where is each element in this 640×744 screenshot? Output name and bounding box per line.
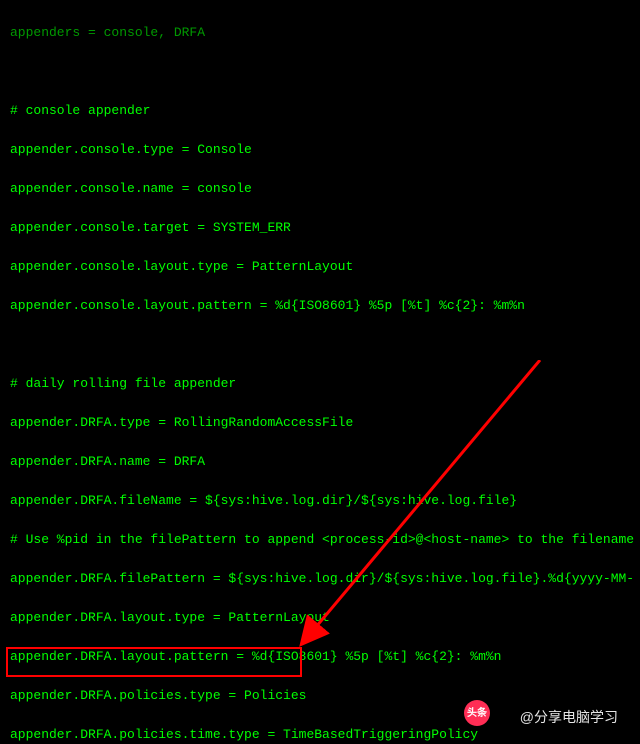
config-line: appender.console.target = SYSTEM_ERR [10, 221, 640, 234]
watermark-text: @分享电脑学习 [520, 711, 618, 724]
config-line: appender.DRFA.policies.time.type = TimeB… [10, 728, 640, 741]
blank-line [10, 338, 640, 351]
blank-line [10, 65, 640, 78]
config-line: appenders = console, DRFA [10, 26, 640, 39]
watermark-badge-text: 头条 [467, 707, 487, 720]
config-line: appender.console.name = console [10, 182, 640, 195]
config-line: appender.DRFA.type = RollingRandomAccess… [10, 416, 640, 429]
terminal-window[interactable]: appenders = console, DRFA # console appe… [0, 0, 640, 744]
config-line: appender.DRFA.layout.pattern = %d{ISO860… [10, 650, 640, 663]
config-line: appender.DRFA.layout.type = PatternLayou… [10, 611, 640, 624]
toutiao-logo-icon: 头条 [464, 700, 490, 726]
config-line: appender.console.layout.pattern = %d{ISO… [10, 299, 640, 312]
watermark-badge: 头条 [464, 700, 490, 726]
config-line: appender.DRFA.name = DRFA [10, 455, 640, 468]
config-line: # console appender [10, 104, 640, 117]
config-line: appender.DRFA.filePattern = ${sys:hive.l… [10, 572, 640, 585]
config-line: appender.DRFA.fileName = ${sys:hive.log.… [10, 494, 640, 507]
config-line: appender.console.layout.type = PatternLa… [10, 260, 640, 273]
config-line: # Use %pid in the filePattern to append … [10, 533, 640, 546]
config-line: # daily rolling file appender [10, 377, 640, 390]
config-line: appender.DRFA.policies.type = Policies [10, 689, 640, 702]
config-line: appender.console.type = Console [10, 143, 640, 156]
